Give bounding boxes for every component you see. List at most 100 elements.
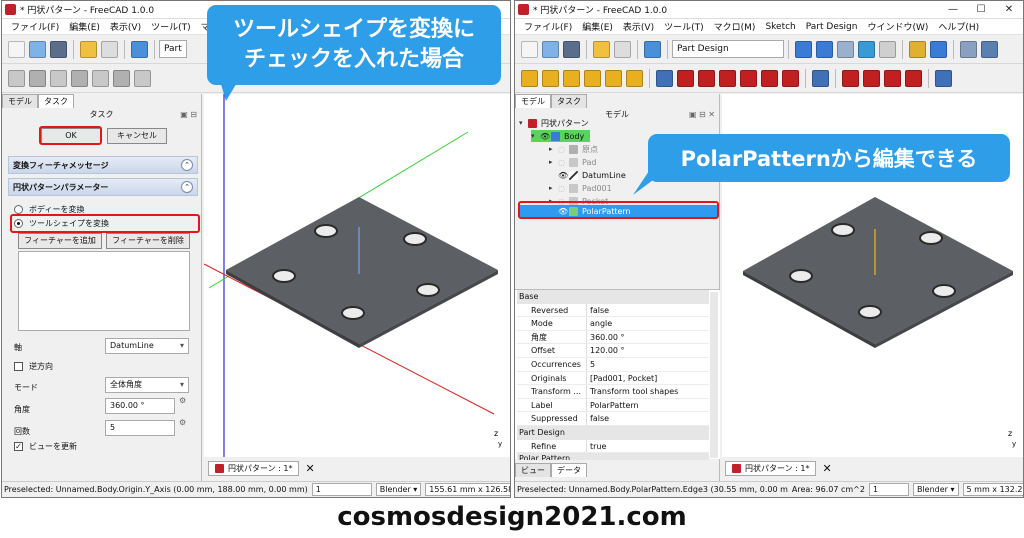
maximize-icon[interactable]: ☐ <box>967 4 995 15</box>
loft-icon[interactable] <box>563 69 580 87</box>
property-row[interactable]: Occurrences 5 <box>517 358 709 372</box>
refresh-icon[interactable] <box>131 40 148 58</box>
thickness-icon[interactable] <box>905 69 922 87</box>
tree-item-origin[interactable]: ▸ ◌ 原点 <box>549 143 598 155</box>
subtractive-pipe-icon[interactable] <box>740 69 757 87</box>
part-tool-icon[interactable] <box>50 69 67 87</box>
macro-icon[interactable] <box>981 40 998 58</box>
feature-list[interactable] <box>18 251 190 331</box>
tree-item-pad[interactable]: ▸ ◌ Pad <box>549 156 596 168</box>
property-value[interactable]: 360.00 ° <box>587 331 625 344</box>
nav-style-selector[interactable]: Blender ▾ <box>912 483 959 496</box>
tree-item-document[interactable]: ▾ 円状パターン <box>519 117 589 129</box>
property-value[interactable]: [Pad001, Pocket] <box>587 372 657 385</box>
property-row[interactable]: Transform ... Transform tool shapes <box>517 385 709 399</box>
close-icon[interactable]: ✕ <box>305 462 314 475</box>
ok-button[interactable]: OK <box>41 128 101 144</box>
count-input[interactable]: 5 <box>105 420 175 436</box>
menu-help[interactable]: ヘルプ(H) <box>933 20 984 33</box>
tab-data[interactable]: データ <box>551 463 587 477</box>
property-value[interactable]: PolarPattern <box>587 399 639 412</box>
redo-icon[interactable] <box>101 40 118 58</box>
menu-file[interactable]: ファイル(F) <box>519 20 577 33</box>
property-value[interactable]: false <box>587 304 609 317</box>
pocket-icon[interactable] <box>656 69 673 87</box>
view-cube-icon[interactable] <box>837 40 854 58</box>
pad-icon[interactable] <box>521 69 538 87</box>
panel-float-close-icon[interactable]: ▣ ⊟ <box>180 108 197 122</box>
tab-task[interactable]: タスク <box>38 94 74 108</box>
menu-view[interactable]: 表示(V) <box>618 20 659 33</box>
collapse-arrow-icon[interactable]: ▾ <box>531 132 540 140</box>
boolean-icon[interactable] <box>812 69 829 87</box>
tree-item-body[interactable]: ▾ 👁 Body <box>531 130 591 142</box>
close-window-icon[interactable]: ✕ <box>995 4 1023 15</box>
part-tool-icon[interactable] <box>92 69 109 87</box>
measure-icon[interactable] <box>879 40 896 58</box>
new-icon[interactable] <box>521 40 538 58</box>
section-polar-params[interactable]: 円状パターンパラメーター ⌃ <box>8 178 198 196</box>
workbench-selector[interactable]: Part Design <box>672 40 784 58</box>
eye-icon[interactable]: 👁 <box>558 171 569 180</box>
menu-file[interactable]: ファイル(F) <box>6 20 64 33</box>
section-transform-messages[interactable]: 変換フィーチャメッセージ ⌃ <box>8 156 198 174</box>
close-icon[interactable]: ✕ <box>822 462 831 475</box>
expand-arrow-icon[interactable]: ▸ <box>549 197 558 205</box>
draft-icon[interactable] <box>884 69 901 87</box>
menu-macro[interactable]: マクロ(M) <box>709 20 761 33</box>
property-value[interactable]: false <box>587 412 609 425</box>
property-row[interactable]: Refine true <box>517 439 709 454</box>
property-value[interactable]: angle <box>587 317 612 330</box>
3d-viewport[interactable]: z y <box>204 94 510 457</box>
minimize-icon[interactable]: — <box>939 4 967 15</box>
eye-hidden-icon[interactable]: ◌ <box>558 158 569 167</box>
part-tool-icon[interactable] <box>29 69 46 87</box>
menu-view[interactable]: 表示(V) <box>105 20 146 33</box>
workbench-selector[interactable]: Part <box>159 40 187 58</box>
remove-feature-button[interactable]: フィーチャーを削除 <box>106 233 190 249</box>
eye-icon[interactable]: 👁 <box>558 207 569 216</box>
menu-sketch[interactable]: Sketch <box>760 22 800 32</box>
property-row[interactable]: Label PolarPattern <box>517 398 709 413</box>
helix-icon[interactable] <box>605 69 622 87</box>
radio-transform-tool[interactable]: ツールシェイプを変換 <box>14 218 109 229</box>
expand-arrow-icon[interactable]: ▸ <box>549 184 558 192</box>
property-value[interactable]: 5 <box>587 358 595 371</box>
menu-window[interactable]: ウインドウ(W) <box>862 20 933 33</box>
menu-tools[interactable]: ツール(T) <box>146 20 196 33</box>
subtractive-loft-icon[interactable] <box>719 69 736 87</box>
pipe-icon[interactable] <box>584 69 601 87</box>
tab-model[interactable]: モデル <box>2 94 38 108</box>
groove-icon[interactable] <box>698 69 715 87</box>
view-front-icon[interactable] <box>858 40 875 58</box>
status-combo[interactable]: 1 <box>868 483 909 496</box>
property-value[interactable]: Transform tool shapes <box>587 385 678 398</box>
refresh-icon[interactable] <box>644 40 661 58</box>
property-row[interactable]: 角度 360.00 ° <box>517 330 709 345</box>
mode-select[interactable]: 全体角度 <box>105 377 189 393</box>
nav-style-selector[interactable]: Blender ▾ <box>375 483 422 496</box>
property-row[interactable]: Mode angle <box>517 317 709 331</box>
eye-icon[interactable]: 👁 <box>540 132 551 141</box>
part-tool-icon[interactable] <box>134 69 151 87</box>
open-icon[interactable] <box>29 40 46 58</box>
radio-button[interactable] <box>14 205 23 214</box>
checkbox-checked[interactable]: ✓ <box>14 442 23 451</box>
redo-icon[interactable] <box>614 40 631 58</box>
tab-view[interactable]: ビュー <box>515 463 551 477</box>
property-row[interactable]: Suppressed false <box>517 412 709 426</box>
mirror-icon[interactable] <box>935 69 952 87</box>
collapse-icon[interactable]: ⌃ <box>181 159 193 171</box>
property-scrollbar[interactable] <box>710 292 718 458</box>
chamfer-icon[interactable] <box>863 69 880 87</box>
subtractive-primitive-icon[interactable] <box>782 69 799 87</box>
whats-this-icon[interactable] <box>960 40 977 58</box>
collapse-arrow-icon[interactable]: ▾ <box>519 119 528 127</box>
property-row[interactable]: Originals [Pad001, Pocket] <box>517 371 709 386</box>
angle-input[interactable]: 360.00 ° <box>105 398 175 414</box>
panel-float-close-icon[interactable]: ▣ ⊟ ✕ <box>689 108 715 122</box>
document-tab[interactable]: 円状パターン : 1* ✕ <box>725 459 832 477</box>
expression-icon[interactable]: ⚙ <box>179 418 186 427</box>
radio-transform-body[interactable]: ボディーを変換 <box>14 204 84 215</box>
expression-icon[interactable]: ⚙ <box>179 396 186 405</box>
